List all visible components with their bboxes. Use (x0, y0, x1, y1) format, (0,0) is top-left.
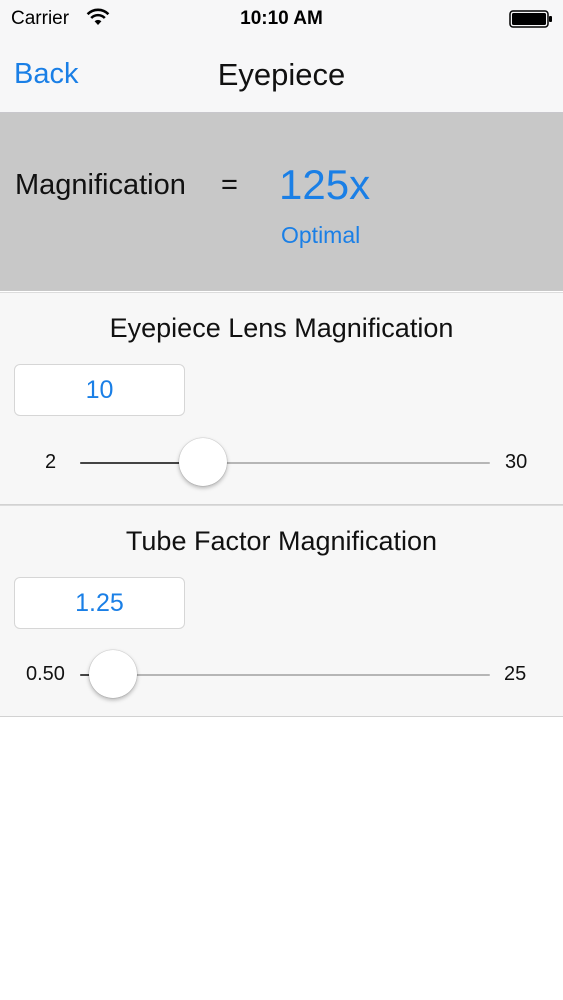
magnification-status: Optimal (281, 222, 361, 248)
magnification-label: Magnification (15, 169, 186, 201)
eyepiece-lens-value-field[interactable]: 10 (14, 364, 185, 416)
navigation-bar: Back Eyepiece (0, 38, 563, 113)
battery-icon (509, 10, 553, 28)
tube-factor-section: Tube Factor Magnification 1.25 0.50 25 (0, 505, 563, 717)
eyepiece-slider-track[interactable] (80, 462, 490, 464)
status-bar: Carrier 10:10 AM (0, 0, 563, 38)
equals-sign: = (221, 169, 238, 201)
eyepiece-lens-title: Eyepiece Lens Magnification (109, 313, 454, 343)
tube-factor-title: Tube Factor Magnification (125, 526, 438, 556)
eyepiece-slider-thumb[interactable] (179, 438, 227, 486)
eyepiece-slider-max-label: 30 (505, 451, 528, 473)
status-time: 10:10 AM (240, 8, 323, 29)
tube-slider-thumb[interactable] (88, 650, 137, 698)
eyepiece-lens-section: Eyepiece Lens Magnification 10 2 30 (0, 292, 563, 505)
magnification-value: 125x (279, 161, 371, 208)
tube-slider-max-label: 25 (504, 663, 527, 685)
magnification-result-panel: Magnification = 125x Optimal (0, 113, 563, 291)
eyepiece-slider-min-label: 2 (45, 451, 57, 473)
tube-slider-min-label: 0.50 (26, 663, 65, 685)
tube-factor-value-field[interactable]: 1.25 (14, 577, 185, 629)
tube-slider-track[interactable] (80, 674, 490, 676)
page-title: Eyepiece (217, 57, 346, 92)
